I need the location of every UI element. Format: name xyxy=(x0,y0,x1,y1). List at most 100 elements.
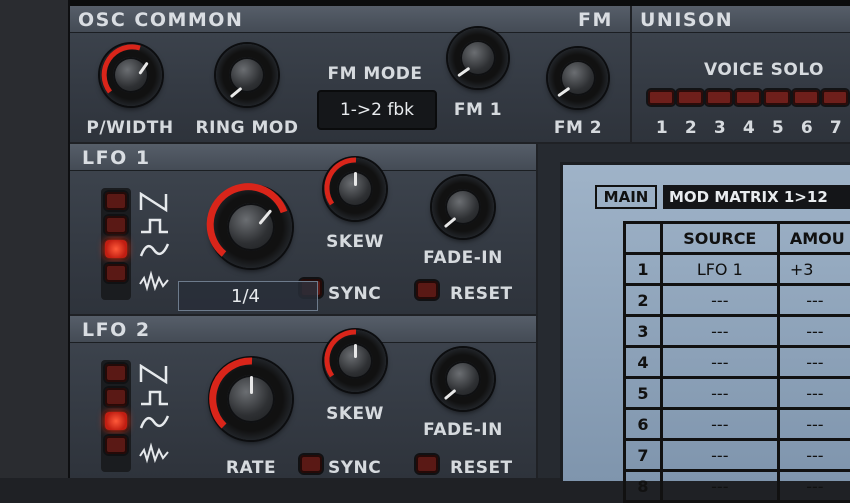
osc-common-title: OSC COMMON xyxy=(78,10,243,30)
row-source[interactable]: --- xyxy=(661,471,778,502)
voice-solo-button-4[interactable] xyxy=(735,90,761,105)
row-source[interactable]: --- xyxy=(661,347,778,378)
unison-title: UNISON xyxy=(640,10,733,30)
random-wave-icon xyxy=(140,446,168,460)
lfo1-wave-button-sine[interactable] xyxy=(105,240,127,258)
left-strip xyxy=(0,0,70,478)
lfo1-wave-button-square[interactable] xyxy=(105,216,127,234)
ring-mod-label: RING MOD xyxy=(192,118,302,138)
voice-solo-button-2[interactable] xyxy=(677,90,703,105)
lfo1-wave-selector xyxy=(101,188,131,300)
row-source[interactable]: --- xyxy=(661,285,778,316)
mod-matrix-table: SOURCE AMOU 1 LFO 1 +3 2 --- --- 3 --- -… xyxy=(623,221,850,503)
row-amount[interactable]: --- xyxy=(778,471,850,502)
mod-matrix-title: MOD MATRIX 1>12 xyxy=(663,185,850,209)
row-number: 5 xyxy=(625,378,662,409)
voice-solo-button-5[interactable] xyxy=(764,90,790,105)
square-wave-icon xyxy=(141,220,168,232)
row-source[interactable]: --- xyxy=(661,316,778,347)
row-amount[interactable]: --- xyxy=(778,285,850,316)
row-number: 4 xyxy=(625,347,662,378)
row-number: 3 xyxy=(625,316,662,347)
lfo1-skew-knob[interactable] xyxy=(324,158,386,220)
row-amount[interactable]: --- xyxy=(778,378,850,409)
fm1-knob[interactable] xyxy=(448,28,508,88)
lfo1-fadein-knob[interactable] xyxy=(432,176,494,238)
row-number: 7 xyxy=(625,440,662,471)
table-row[interactable]: 1 LFO 1 +3 xyxy=(625,254,850,285)
lfo1-fadein-label: FADE-IN xyxy=(418,248,508,268)
voice-number: 5 xyxy=(768,118,788,138)
lfo1-reset-button[interactable] xyxy=(416,281,438,299)
row-source[interactable]: --- xyxy=(661,378,778,409)
fm2-knob[interactable] xyxy=(548,48,608,108)
fm-mode-label: FM MODE xyxy=(320,64,430,84)
table-row[interactable]: 5 --- --- xyxy=(625,378,850,409)
lfo2-fadein-label: FADE-IN xyxy=(418,420,508,440)
lfo2-rate-knob[interactable] xyxy=(210,358,292,440)
voice-solo-button-6[interactable] xyxy=(793,90,819,105)
pwidth-label: P/WIDTH xyxy=(80,118,180,138)
row-amount[interactable]: --- xyxy=(778,440,850,471)
lfo1-rate-knob[interactable] xyxy=(210,186,292,268)
row-number: 2 xyxy=(625,285,662,316)
table-row[interactable]: 4 --- --- xyxy=(625,347,850,378)
row-source[interactable]: --- xyxy=(661,440,778,471)
row-amount[interactable]: --- xyxy=(778,409,850,440)
mod-matrix-main-tab[interactable]: MAIN xyxy=(595,185,657,209)
table-row[interactable]: 7 --- --- xyxy=(625,440,850,471)
fm1-label: FM 1 xyxy=(438,100,518,120)
row-amount[interactable]: --- xyxy=(778,316,850,347)
table-row[interactable]: 2 --- --- xyxy=(625,285,850,316)
table-row[interactable]: 3 --- --- xyxy=(625,316,850,347)
mod-matrix-col-source: SOURCE xyxy=(661,223,778,254)
lfo2-title: LFO 2 xyxy=(82,320,151,340)
lfo2-skew-label: SKEW xyxy=(315,404,395,424)
lfo2-skew-knob[interactable] xyxy=(324,330,386,392)
voice-number: 1 xyxy=(652,118,672,138)
lfo2-reset-button[interactable] xyxy=(416,455,438,473)
lfo2-fadein-knob[interactable] xyxy=(432,348,494,410)
lfo1-panel: LFO 1 SKEW FADE-IN SYNC RESET xyxy=(70,144,536,314)
table-row[interactable]: 6 --- --- xyxy=(625,409,850,440)
mod-matrix-corner xyxy=(625,223,662,254)
lfo1-wave-button-saw[interactable] xyxy=(105,192,127,210)
voice-solo-buttons xyxy=(646,88,850,110)
lfo1-wave-button-random[interactable] xyxy=(105,264,127,282)
row-amount[interactable]: --- xyxy=(778,347,850,378)
row-source[interactable]: --- xyxy=(661,409,778,440)
saw-wave-icon xyxy=(141,194,166,210)
pwidth-knob[interactable] xyxy=(100,44,162,106)
row-amount[interactable]: +3 xyxy=(778,254,850,285)
lfo2-wave-button-saw[interactable] xyxy=(105,364,127,382)
lfo2-wave-button-square[interactable] xyxy=(105,388,127,406)
lfo1-wave-icons xyxy=(138,192,172,302)
voice-number: 2 xyxy=(681,118,701,138)
lfo2-sync-label: SYNC xyxy=(328,458,388,478)
fm-mode-display[interactable]: 1->2 fbk xyxy=(317,90,437,130)
voice-solo-button-7[interactable] xyxy=(822,90,848,105)
lfo1-rate-value-display[interactable]: 1/4 xyxy=(178,281,318,311)
lfo1-sync-label: SYNC xyxy=(328,284,388,304)
voice-number: 6 xyxy=(797,118,817,138)
voice-number: 3 xyxy=(710,118,730,138)
saw-wave-icon xyxy=(141,366,166,382)
table-row[interactable]: 8 --- --- xyxy=(625,471,850,502)
voice-number: 4 xyxy=(739,118,759,138)
row-number: 6 xyxy=(625,409,662,440)
row-source[interactable]: LFO 1 xyxy=(661,254,778,285)
lfo2-wave-selector xyxy=(101,360,131,472)
voice-solo-button-3[interactable] xyxy=(706,90,732,105)
ring-mod-knob[interactable] xyxy=(216,44,278,106)
row-number: 8 xyxy=(625,471,662,502)
voice-solo-button-1[interactable] xyxy=(648,90,674,105)
lfo2-wave-button-sine[interactable] xyxy=(105,412,127,430)
lfo2-wave-button-random[interactable] xyxy=(105,436,127,454)
voice-number: 7 xyxy=(826,118,846,138)
unison-panel: UNISON VOICE SOLO 1 2 3 4 5 6 7 xyxy=(632,6,850,142)
random-wave-icon xyxy=(140,274,168,288)
voice-solo-label: VOICE SOLO xyxy=(694,60,834,80)
lfo1-reset-label: RESET xyxy=(450,284,520,304)
mod-matrix-col-amount: AMOU xyxy=(778,223,850,254)
lfo2-sync-button[interactable] xyxy=(300,455,322,473)
